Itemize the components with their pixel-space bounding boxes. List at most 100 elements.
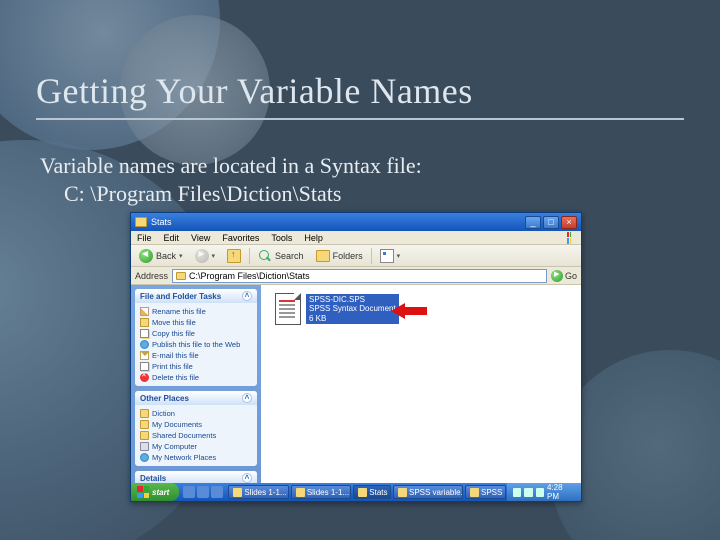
slide-title: Getting Your Variable Names xyxy=(36,70,684,120)
place-shared[interactable]: Shared Documents xyxy=(140,430,252,441)
address-label: Address xyxy=(135,271,168,281)
search-icon xyxy=(258,249,272,263)
windows-flag-icon xyxy=(561,232,577,244)
task-print[interactable]: Print this file xyxy=(140,361,252,372)
ql-icon[interactable] xyxy=(183,486,195,498)
ql-icon[interactable] xyxy=(211,486,223,498)
tray-icon[interactable] xyxy=(524,488,532,497)
system-tray[interactable]: 4:28 PM xyxy=(507,483,581,501)
minimize-button[interactable]: _ xyxy=(525,216,541,229)
chevron-down-icon: ▾ xyxy=(397,252,401,260)
body-line1: Variable names are located in a Syntax f… xyxy=(40,153,422,178)
ql-icon[interactable] xyxy=(197,486,209,498)
slide-body: Variable names are located in a Syntax f… xyxy=(40,152,680,207)
taskbar: start Slides 1-1... Slides 1-1... Stats … xyxy=(131,483,581,501)
places-panel-header[interactable]: Other Places ˄ xyxy=(135,391,257,405)
folder-icon xyxy=(140,420,149,429)
file-label: SPSS-DIC.SPS SPSS Syntax Document 6 KB xyxy=(306,294,399,324)
place-label: Shared Documents xyxy=(152,431,216,440)
place-diction[interactable]: Diction xyxy=(140,408,252,419)
back-button[interactable]: Back ▾ xyxy=(135,248,187,264)
rename-icon xyxy=(140,307,149,316)
collapse-icon: ˄ xyxy=(242,291,252,301)
menu-edit[interactable]: Edit xyxy=(158,233,186,243)
taskbar-item[interactable]: Stats xyxy=(353,485,391,499)
tasks-header-label: File and Folder Tasks xyxy=(140,292,221,301)
slide: Getting Your Variable Names Variable nam… xyxy=(0,0,720,540)
task-publish[interactable]: Publish this file to the Web xyxy=(140,339,252,350)
app-icon xyxy=(470,488,479,497)
tasks-panel: File and Folder Tasks ˄ Rename this file… xyxy=(135,289,257,386)
move-icon xyxy=(140,318,149,327)
up-button[interactable] xyxy=(223,248,245,264)
file-pane[interactable]: SPSS-DIC.SPS SPSS Syntax Document 6 KB xyxy=(261,285,581,501)
window-title: Stats xyxy=(151,217,172,227)
start-button[interactable]: start xyxy=(131,483,179,501)
menu-view[interactable]: View xyxy=(185,233,216,243)
folder-icon xyxy=(135,217,147,227)
globe-icon xyxy=(140,340,149,349)
titlebar[interactable]: Stats _ □ × xyxy=(131,213,581,231)
taskbar-item[interactable]: SPSS variable... xyxy=(393,485,463,499)
task-label: Move this file xyxy=(152,318,196,327)
task-label: Slides 1-1... xyxy=(307,488,349,497)
taskbar-item[interactable]: Slides 1-1... xyxy=(228,485,288,499)
menubar: File Edit View Favorites Tools Help xyxy=(131,231,581,245)
maximize-button[interactable]: □ xyxy=(543,216,559,229)
tray-icon[interactable] xyxy=(536,488,544,497)
menu-file[interactable]: File xyxy=(131,233,158,243)
app-icon xyxy=(233,488,242,497)
folder-icon xyxy=(176,272,186,280)
address-field[interactable]: C:\Program Files\Diction\Stats xyxy=(172,269,547,283)
address-value: C:\Program Files\Diction\Stats xyxy=(189,271,310,281)
menu-help[interactable]: Help xyxy=(298,233,329,243)
search-label: Search xyxy=(275,251,304,261)
body-path: C: \Program Files\Diction\Stats xyxy=(40,180,680,208)
task-label: Stats xyxy=(369,488,387,497)
task-label: Publish this file to the Web xyxy=(152,340,240,349)
forward-button[interactable]: ▾ xyxy=(191,248,220,264)
place-label: My Computer xyxy=(152,442,197,451)
task-label: SPSS variable... xyxy=(409,488,463,497)
task-label: Slides 1-1... xyxy=(244,488,286,497)
go-button[interactable]: Go xyxy=(551,270,577,282)
delete-icon xyxy=(140,373,149,382)
go-label: Go xyxy=(565,271,577,281)
tasks-panel-header[interactable]: File and Folder Tasks ˄ xyxy=(135,289,257,303)
task-rename[interactable]: Rename this file xyxy=(140,306,252,317)
place-mydocs[interactable]: My Documents xyxy=(140,419,252,430)
task-label: E-mail this file xyxy=(152,351,199,360)
copy-icon xyxy=(140,329,149,338)
views-button[interactable]: ▾ xyxy=(376,248,405,264)
collapse-icon: ˄ xyxy=(242,473,252,483)
chevron-down-icon: ▾ xyxy=(212,252,216,260)
folder-icon xyxy=(140,431,149,440)
file-size: 6 KB xyxy=(309,314,396,323)
separator xyxy=(371,248,372,264)
back-icon xyxy=(139,249,153,263)
tray-icon[interactable] xyxy=(513,488,521,497)
places-header-label: Other Places xyxy=(140,394,189,403)
place-network[interactable]: My Network Places xyxy=(140,452,252,463)
folder-icon xyxy=(140,409,149,418)
collapse-icon: ˄ xyxy=(242,393,252,403)
task-email[interactable]: E-mail this file xyxy=(140,350,252,361)
search-button[interactable]: Search xyxy=(254,248,308,264)
task-copy[interactable]: Copy this file xyxy=(140,328,252,339)
place-mycomputer[interactable]: My Computer xyxy=(140,441,252,452)
task-delete[interactable]: Delete this file xyxy=(140,372,252,383)
go-icon xyxy=(551,270,563,282)
file-type: SPSS Syntax Document xyxy=(309,304,396,313)
file-item[interactable]: SPSS-DIC.SPS SPSS Syntax Document 6 KB xyxy=(275,293,399,325)
taskbar-item[interactable]: SPSS xyxy=(465,485,506,499)
callout-arrow-icon xyxy=(391,303,427,319)
close-button[interactable]: × xyxy=(561,216,577,229)
folders-button[interactable]: Folders xyxy=(312,249,367,263)
print-icon xyxy=(140,362,149,371)
menu-tools[interactable]: Tools xyxy=(265,233,298,243)
place-label: Diction xyxy=(152,409,175,418)
menu-favorites[interactable]: Favorites xyxy=(216,233,265,243)
taskbar-item[interactable]: Slides 1-1... xyxy=(291,485,351,499)
task-move[interactable]: Move this file xyxy=(140,317,252,328)
task-label: Rename this file xyxy=(152,307,206,316)
